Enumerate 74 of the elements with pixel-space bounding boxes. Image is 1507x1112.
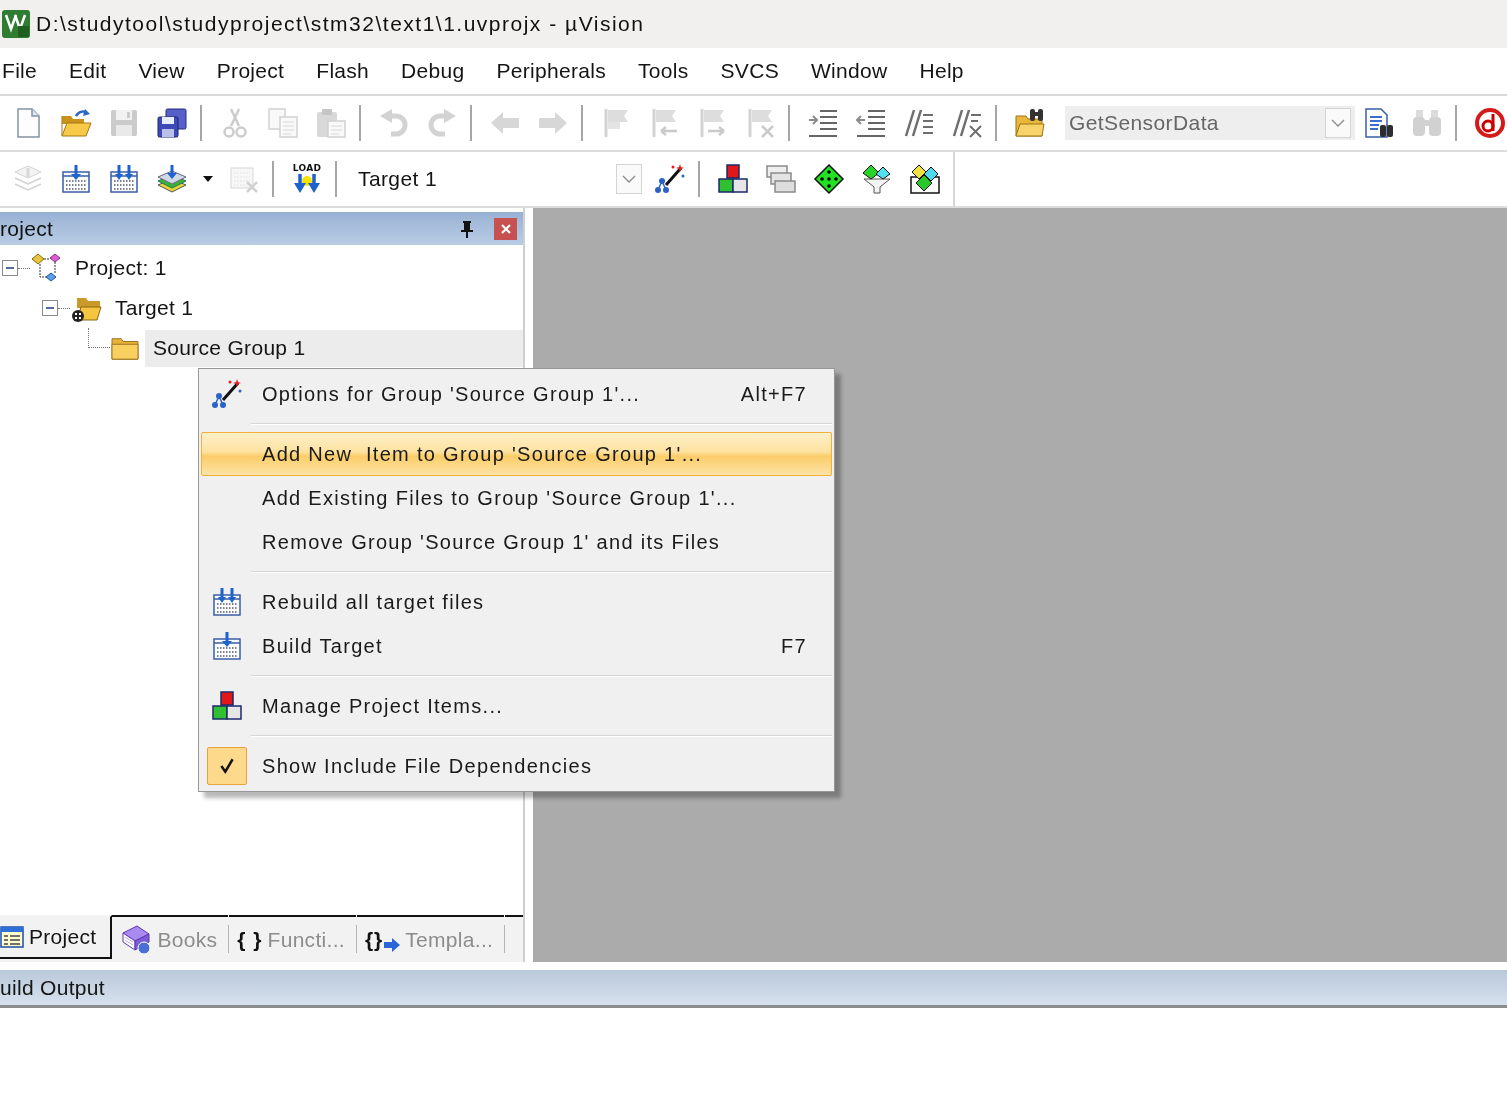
tree-line (88, 328, 110, 348)
app-logo-icon (2, 10, 30, 38)
load-button[interactable]: LOAD (290, 160, 324, 198)
grid-double-arrow-icon (211, 586, 243, 618)
layers-icon[interactable] (156, 163, 188, 195)
funnel-icon[interactable] (861, 163, 893, 195)
collapse-box-icon[interactable] (42, 300, 58, 316)
outdent-icon[interactable] (855, 107, 887, 139)
tab[interactable]: { } Functi... (229, 915, 356, 962)
tree-item[interactable]: Project: 1 (67, 249, 175, 287)
wand-icon[interactable] (654, 163, 686, 195)
folder-icon (110, 335, 140, 361)
window-title: D:\studytool\studyproject\stm32\text1\1.uvprojx - µVision (36, 12, 645, 36)
uncomment-icon[interactable] (951, 107, 983, 139)
grid-arrow-icon (211, 630, 243, 662)
collapse-box-icon[interactable] (2, 260, 18, 276)
indent-icon[interactable] (807, 107, 839, 139)
menu-item[interactable]: Help (919, 59, 964, 83)
menu-item[interactable]: SVCS (720, 59, 779, 83)
shortcut-text: Alt+F7 (740, 382, 807, 406)
wand-icon (211, 378, 243, 410)
menu-item[interactable]: File (2, 59, 38, 83)
arrow-right-icon (384, 937, 401, 952)
menu-item[interactable]: Project (216, 59, 285, 83)
document-binoculars-icon[interactable] (1363, 107, 1395, 139)
tree-item[interactable]: Target 1 (107, 289, 202, 327)
tree-line (18, 267, 30, 269)
tree-item[interactable]: Source Group 1 (145, 329, 523, 367)
diamond-icon[interactable] (813, 163, 845, 195)
menu-item[interactable]: Window (810, 59, 888, 83)
menu-item[interactable]: Add Existing Files to Group 'Source Group 1'... (201, 476, 832, 520)
pin-icon[interactable] (459, 219, 475, 238)
menu-item[interactable]: Add New Item to Group 'Source Group 1'... (201, 432, 832, 476)
tab[interactable]: Project (0, 915, 113, 959)
blocks-icon[interactable] (717, 163, 749, 195)
project-diamonds-icon (30, 252, 62, 284)
function-combo-box[interactable]: GetSensorData (1065, 106, 1355, 140)
close-icon (500, 223, 511, 234)
windows-icon[interactable] (765, 163, 797, 195)
dropdown-caret-icon[interactable] (203, 176, 213, 182)
open-folder-icon[interactable] (60, 107, 92, 139)
comment-icon[interactable] (903, 107, 935, 139)
book-icon (120, 923, 153, 956)
menu-item[interactable]: Rebuild all target files (201, 580, 832, 624)
panel-title: roject (0, 216, 54, 241)
tree-line (58, 307, 70, 309)
blocks-icon (211, 690, 243, 722)
panel-header: uild Output (0, 970, 1507, 1008)
brace-symbol: { } (237, 927, 263, 952)
menu-item[interactable]: Peripherals (496, 59, 607, 83)
menu-item[interactable]: Edit (69, 59, 107, 83)
menu-item[interactable]: Options for Group 'Source Group 1'... Alt+F7 (201, 372, 832, 416)
chevron-down-icon (622, 175, 636, 183)
grid-double-arrow-icon[interactable] (108, 163, 140, 195)
list-window-icon (0, 926, 24, 948)
close-button[interactable] (494, 217, 517, 240)
chevron-down-icon (1331, 119, 1345, 127)
menu-item[interactable]: Debug (401, 59, 465, 83)
save-all-icon[interactable] (156, 107, 188, 139)
menu-item[interactable]: Show Include File Dependencies (201, 744, 832, 788)
tab[interactable]: {} Templa... (356, 915, 505, 962)
menu-item[interactable]: View (138, 59, 185, 83)
folder-binoculars-icon[interactable] (1014, 107, 1046, 139)
menu-item[interactable]: Remove Group 'Source Group 1' and its Files (201, 520, 832, 564)
diamonds-icon[interactable] (909, 163, 941, 195)
download-arrows-icon (292, 174, 322, 194)
menu-item[interactable]: Flash (316, 59, 370, 83)
shortcut-text: F7 (781, 634, 807, 658)
brace-symbol: {} (364, 927, 384, 952)
menu-item[interactable]: Tools (638, 59, 689, 83)
menu-item[interactable]: Build Target F7 (201, 624, 832, 668)
menu-item[interactable]: Manage Project Items... (201, 684, 832, 728)
grid-arrow-icon[interactable] (60, 163, 92, 195)
circle-d-icon[interactable] (1474, 107, 1506, 139)
